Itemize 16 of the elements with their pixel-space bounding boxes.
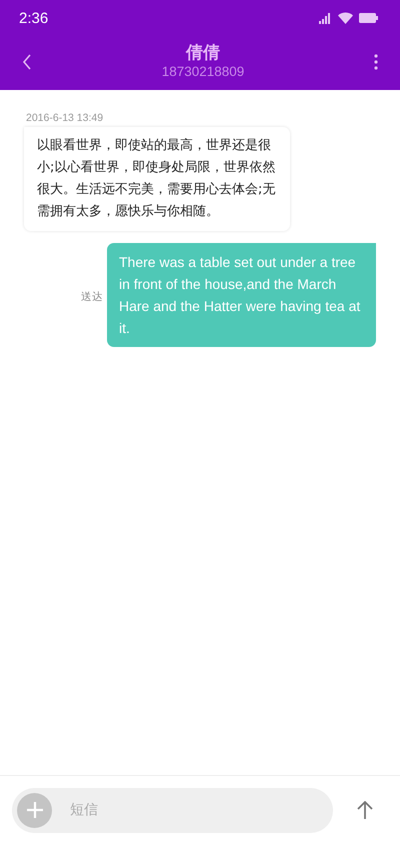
battery-icon [359, 13, 378, 23]
message-input[interactable]: 短信 [68, 801, 272, 819]
message-timestamp: 2016-6-13 13:49 [26, 112, 104, 124]
more-icon [374, 54, 378, 70]
plus-icon [26, 801, 44, 819]
received-message: 以眼看世界，即使站的最高，世界还是很小;以心看世界，即使身处局限，世界依然很大。生活远不完美，需要用心去体会;无需拥有太多，愿快乐与你相随。 [24, 127, 290, 231]
message-field[interactable]: 短信 [12, 788, 333, 832]
contact-name: 倩倩 [184, 43, 221, 63]
back-icon [22, 54, 32, 70]
wifi-icon [338, 12, 353, 24]
send-icon [357, 801, 373, 819]
phone-number: 18730218809 [162, 63, 244, 81]
sent-message: There was a table set out under a tree in front of the house,and the March Hare and the Hatter were having tea at it. [107, 243, 376, 347]
delivery-status: 送达 [81, 290, 103, 304]
signal-icon [319, 12, 332, 24]
status-time: 2:36 [19, 10, 48, 26]
